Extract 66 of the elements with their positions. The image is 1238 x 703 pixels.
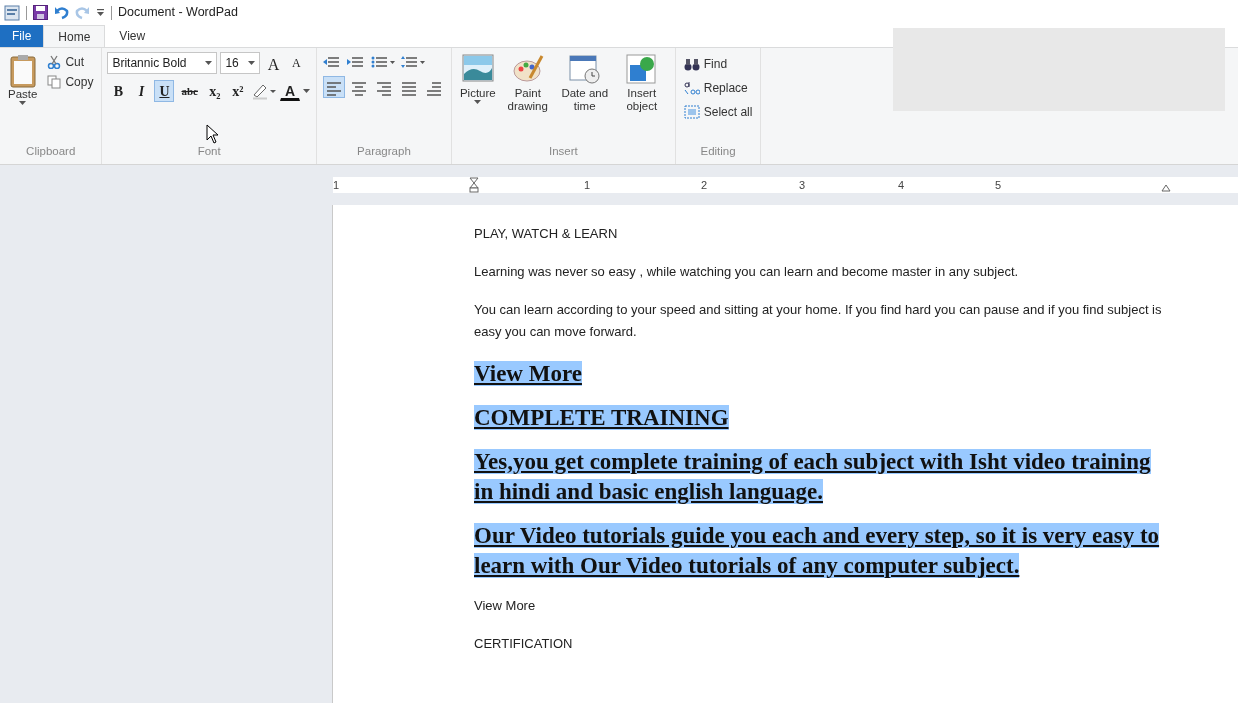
ribbon-tab[interactable]: Home xyxy=(43,25,106,47)
mouse-cursor-icon xyxy=(206,124,220,144)
font-size-field[interactable]: 16 xyxy=(220,52,261,74)
paste-button[interactable]: Paste xyxy=(6,52,40,143)
replace-icon xyxy=(683,80,700,96)
group-label: Paragraph xyxy=(356,143,412,159)
indent-marker-icon xyxy=(469,177,479,193)
save-icon[interactable] xyxy=(33,5,48,20)
script-button[interactable]: x² xyxy=(227,80,248,102)
object-icon xyxy=(625,54,658,84)
italic-button[interactable]: I xyxy=(131,80,152,102)
grow-font-button[interactable]: A xyxy=(263,52,284,74)
cut-button[interactable]: Cut xyxy=(45,52,96,72)
bullet-list-icon[interactable] xyxy=(370,55,395,70)
script-button[interactable]: x₂ xyxy=(204,80,225,102)
picture-icon xyxy=(461,54,494,84)
bold-button[interactable]: B xyxy=(108,80,129,102)
decrease-indent-icon[interactable] xyxy=(322,55,341,70)
editing-button[interactable]: Replace xyxy=(681,76,755,100)
insert-button[interactable]: Paint drawing xyxy=(500,52,555,143)
ruler: 1 1 2 3 4 5 xyxy=(333,177,1238,193)
document-heading: View More xyxy=(474,360,583,388)
underline-button[interactable]: U xyxy=(154,80,175,102)
group-label: Clipboard xyxy=(25,143,77,159)
font-color-button[interactable]: A xyxy=(279,81,300,101)
scissors-icon xyxy=(47,55,62,69)
window-title: Document - WordPad xyxy=(118,4,238,22)
font-name-field[interactable]: Britannic Bold xyxy=(107,52,218,74)
group-label: Editing xyxy=(699,143,737,159)
insert-button[interactable]: Date and time xyxy=(557,52,612,143)
document-text: CERTIFICATION xyxy=(474,634,574,653)
document-heading: Our Video tutorials guide you each and every step, so it is very easy to learn with Our Video tutorials of any computer subject. xyxy=(474,522,1161,580)
document-text: You can learn according to your speed and sitting at your home. If you find hard you can pause and if you find subject is easy you can move forward. xyxy=(474,300,1163,342)
insert-button[interactable]: Picture xyxy=(457,52,498,143)
file-menu-tab[interactable]: File xyxy=(0,25,44,47)
right-margin-marker-icon xyxy=(1161,184,1171,192)
document-text: PLAY, WATCH & LEARN xyxy=(474,225,619,243)
line-spacing-icon[interactable] xyxy=(400,55,425,70)
shrink-font-button[interactable]: A xyxy=(286,52,307,74)
dropdown-icon xyxy=(205,60,213,66)
calendar-icon xyxy=(568,54,601,84)
insert-button[interactable]: Insert object xyxy=(614,52,669,143)
app-icon xyxy=(4,4,20,21)
increase-indent-icon[interactable] xyxy=(346,55,365,70)
binoculars-icon xyxy=(683,56,700,72)
strikethrough-button[interactable]: abc xyxy=(177,80,202,102)
select-all-icon xyxy=(683,104,700,120)
editing-button[interactable]: Find xyxy=(681,52,755,76)
document-text: View More xyxy=(474,597,537,615)
document-heading: COMPLETE TRAINING xyxy=(474,404,730,432)
clipboard-icon xyxy=(9,54,36,88)
caret-icon[interactable] xyxy=(302,88,310,94)
copy-icon xyxy=(47,75,62,89)
document-heading: Yes,you get complete training of each subject with Isht video training in hindi and basic english language. xyxy=(474,448,1152,506)
editing-button[interactable]: Select all xyxy=(681,100,755,124)
align-button[interactable] xyxy=(322,76,345,98)
highlighter-icon[interactable] xyxy=(250,82,277,100)
document-text: Learning was never so easy , while watching you can learn and become master in any subject. xyxy=(474,262,1020,281)
palette-icon xyxy=(511,54,544,84)
dropdown-icon[interactable] xyxy=(96,8,105,17)
group-label: Insert xyxy=(547,143,579,159)
copy-button[interactable]: Copy xyxy=(45,72,96,92)
undo-icon[interactable] xyxy=(54,5,69,20)
caret-icon xyxy=(19,101,27,107)
dropdown-icon xyxy=(248,60,256,66)
group-label: Font xyxy=(196,143,222,159)
